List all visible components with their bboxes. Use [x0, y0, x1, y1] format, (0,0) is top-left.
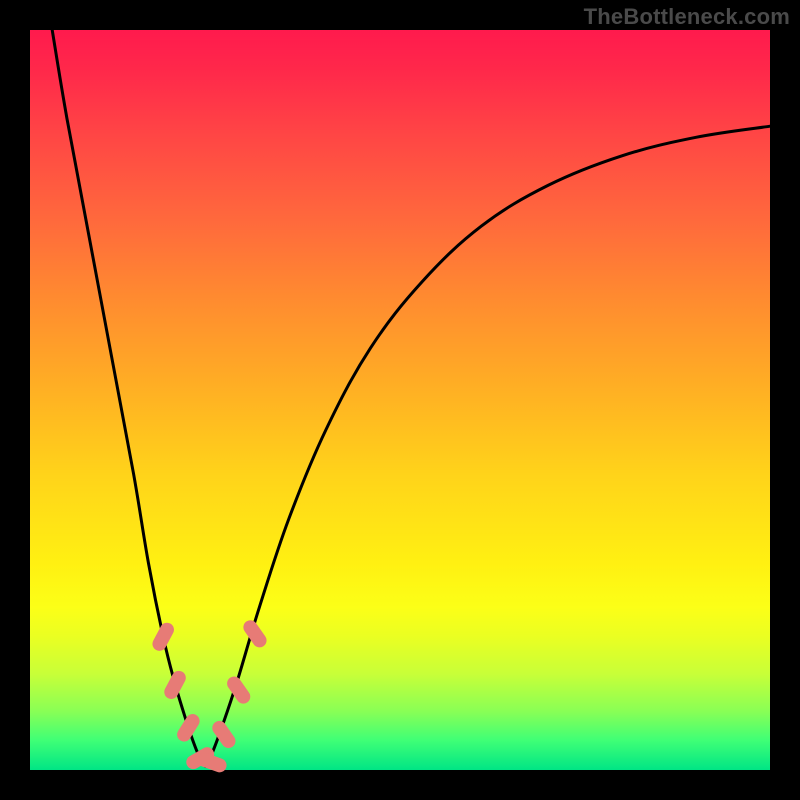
plot-area — [30, 30, 770, 770]
bottleneck-curve — [52, 30, 770, 766]
watermark-text: TheBottleneck.com — [584, 4, 790, 30]
marker-dash — [174, 711, 202, 744]
chart-frame: TheBottleneck.com — [0, 0, 800, 800]
chart-svg — [30, 30, 770, 770]
marker-dash — [241, 618, 270, 651]
marker-dash — [224, 674, 253, 707]
marker-dash — [162, 668, 188, 701]
marker-dash — [150, 620, 176, 653]
curve-path — [52, 30, 770, 766]
marker-group — [150, 618, 269, 775]
